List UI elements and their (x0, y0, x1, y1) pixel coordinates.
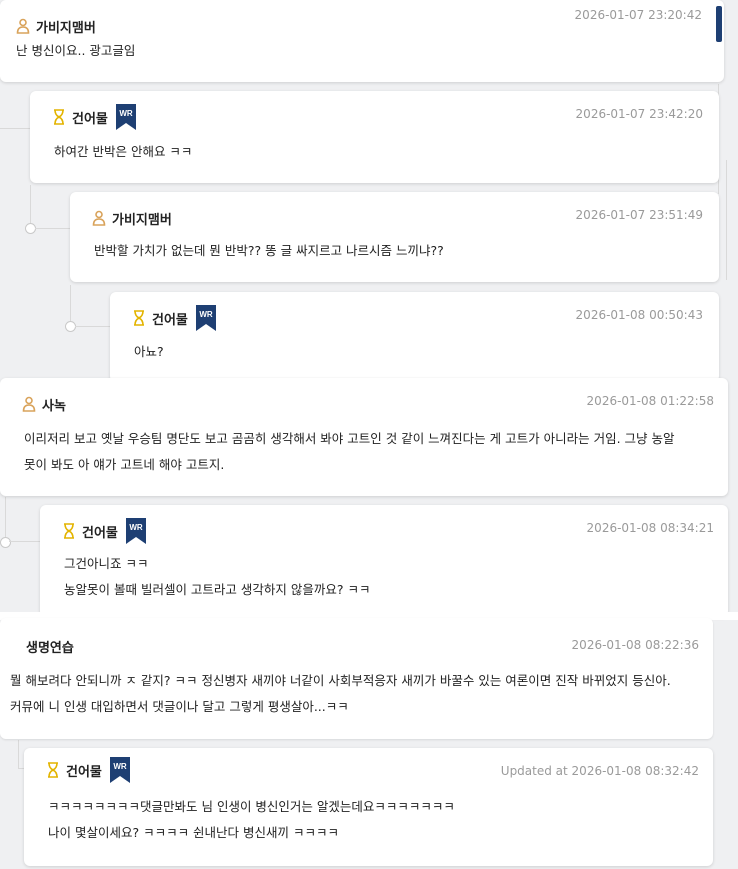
comment-author[interactable]: 건어물 (152, 309, 188, 328)
comment-time: 2026-01-08 01:22:58 (586, 394, 714, 408)
wr-bookmark-badge: WR (125, 518, 146, 544)
wr-bookmark-badge: WR (195, 305, 216, 331)
comment-time: 2026-01-08 08:22:36 (571, 638, 699, 652)
wr-badge-label: WR (113, 762, 127, 771)
comment-text: 못이 봐도 아 얘가 고트네 해야 고트지. (24, 457, 225, 472)
comment-time: 2026-01-08 00:50:43 (575, 308, 703, 322)
wr-badge-label: WR (119, 109, 133, 118)
comment-text: 나이 몇살이세요? ㅋㅋㅋㅋ 쉰내난다 병신새끼 ㅋㅋㅋㅋ (48, 825, 340, 840)
comment-author[interactable]: 건어물 (72, 108, 108, 127)
comment-time: 2026-01-07 23:51:49 (575, 208, 703, 222)
comment-author[interactable]: 건어물 (66, 761, 102, 780)
wr-bookmark-badge: WR (109, 757, 130, 783)
comment-text: ㅋㅋㅋㅋㅋㅋㅋㅋ댓글만봐도 님 인생이 병신인거는 알겠는데요ㅋㅋㅋㅋㅋㅋㅋ (48, 799, 455, 814)
wr-badge-label: WR (129, 523, 143, 532)
user-icon (22, 396, 36, 412)
comment-text: 아뇨? (134, 344, 164, 359)
user-icon (16, 18, 30, 34)
comment-author[interactable]: 건어물 (82, 522, 118, 541)
comment-author[interactable]: 생명연습 (26, 637, 74, 656)
scrollbar-thumb[interactable] (716, 6, 722, 42)
comment-author[interactable]: 가비지맴버 (112, 209, 172, 228)
comment-card: 사녹 2026-01-08 01:22:58 이리저리 보고 옛날 우승팀 명단… (0, 378, 728, 496)
comment-text: 이리저리 보고 옛날 우승팀 명단도 보고 곰곰히 생각해서 봐야 고트인 것 … (24, 431, 675, 446)
comment-card: 건어물 WR 2026-01-08 08:34:21 그건아니죠 ㅋㅋ 농알못이… (40, 505, 728, 617)
comment-time: 2026-01-08 08:34:21 (586, 521, 714, 535)
comment-text: 난 병신이요.. 광고글임 (16, 43, 136, 58)
wr-bookmark-badge: WR (115, 104, 136, 130)
comment-text: 반박할 가치가 없는데 뭔 반박?? 똥 글 싸지르고 나르시즘 느끼냐?? (94, 243, 444, 258)
comment-card: 건어물 WR 2026-01-08 00:50:43 아뇨? (110, 292, 719, 382)
comment-time: Updated at 2026-01-08 08:32:42 (500, 764, 699, 778)
comment-card: 건어물 WR 2026-01-07 23:42:20 하여간 반박은 안해요 ㅋ… (30, 91, 719, 183)
comment-author[interactable]: 사녹 (42, 395, 66, 414)
comment-card: 생명연습 2026-01-08 08:22:36 뭘 해보려다 안되니까 ㅈ 같… (0, 618, 713, 739)
comment-time: 2026-01-07 23:42:20 (575, 107, 703, 121)
comment-time: 2026-01-07 23:20:42 (574, 8, 702, 22)
comment-text: 하여간 반박은 안해요 ㅋㅋ (54, 144, 193, 159)
hourglass-icon (62, 523, 76, 539)
hourglass-icon (46, 762, 60, 778)
comment-card: 가비지맴버 2026-01-07 23:20:42 난 병신이요.. 광고글임 (0, 0, 724, 82)
wr-badge-label: WR (199, 310, 213, 319)
comment-text: 농알못이 볼때 빌러셀이 고트라고 생각하지 않을까요? ㅋㅋ (64, 582, 371, 597)
comment-text: 커뮤에 니 인생 대입하면서 댓글이나 달고 그렇게 평생살아...ㅋㅋ (10, 699, 349, 714)
user-icon (92, 210, 106, 226)
comment-card: 건어물 WR Updated at 2026-01-08 08:32:42 ㅋㅋ… (24, 748, 713, 866)
hourglass-icon (132, 310, 146, 326)
comment-author[interactable]: 가비지맴버 (36, 17, 96, 36)
hourglass-icon (52, 109, 66, 125)
comment-text: 그건아니죠 ㅋㅋ (64, 556, 149, 571)
comment-text: 뭘 해보려다 안되니까 ㅈ 같지? ㅋㅋ 정신병자 새끼야 너같이 사회부적응자… (10, 673, 671, 688)
comment-card: 가비지맴버 2026-01-07 23:51:49 반박할 가치가 없는데 뭔 … (70, 192, 719, 282)
